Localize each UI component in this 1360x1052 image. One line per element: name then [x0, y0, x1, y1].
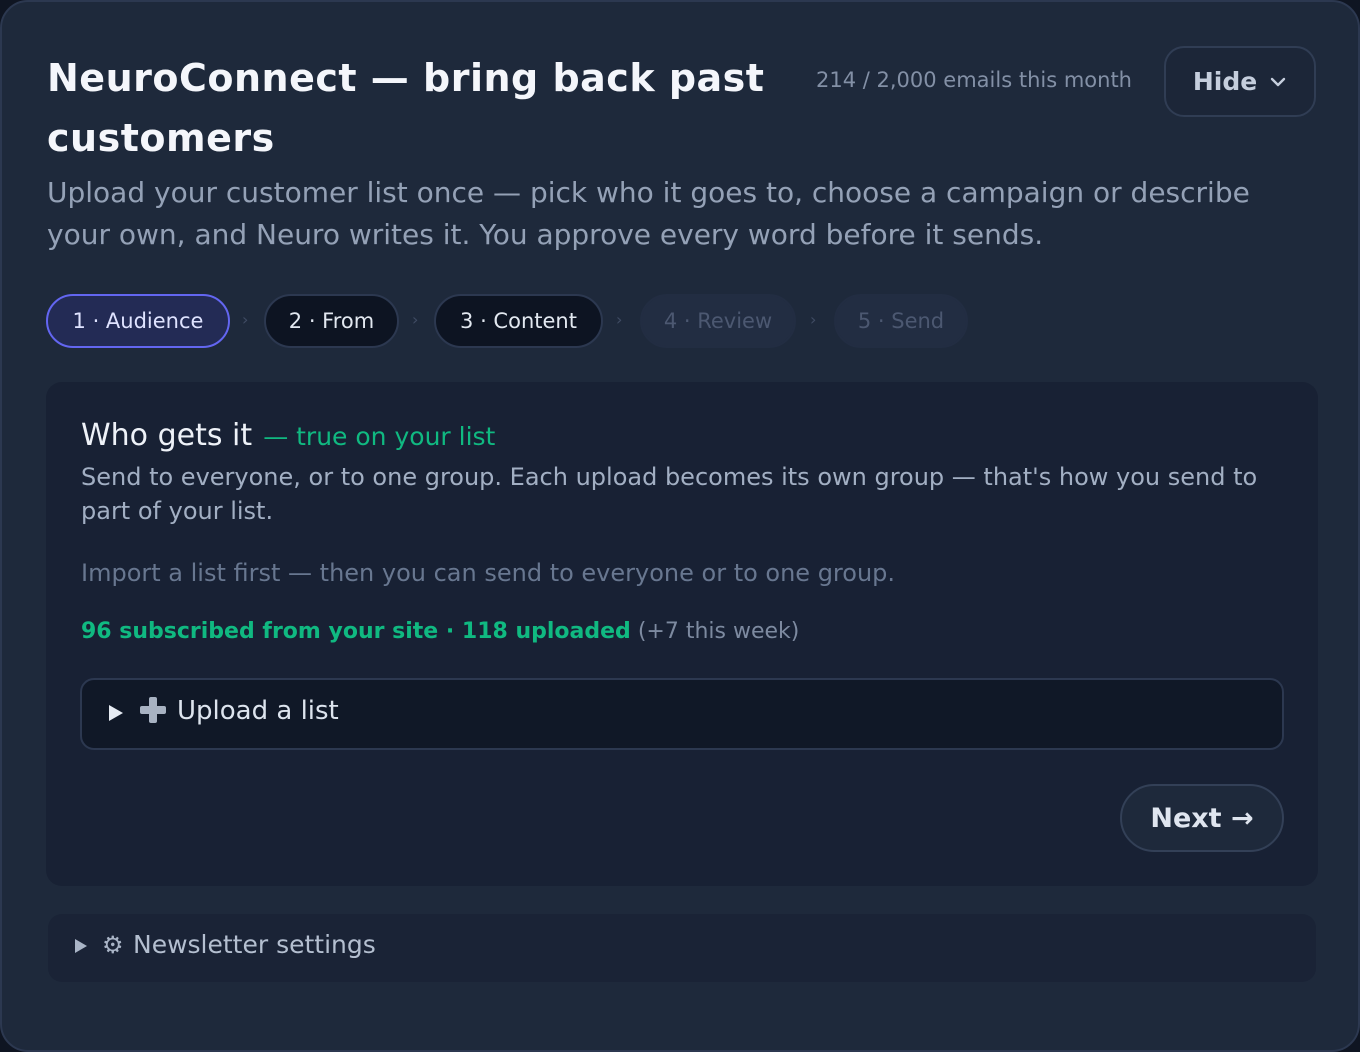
audience-title: Who gets it	[81, 418, 253, 453]
next-button[interactable]: Next →	[1120, 784, 1284, 852]
page-title: NeuroConnect — bring back past customers	[47, 56, 765, 160]
newsletter-card: NeuroConnect — bring back past customers…	[0, 0, 1360, 1052]
upload-list-toggle[interactable]: Upload a list	[80, 678, 1284, 750]
step-tab-send: 5 · Send	[834, 294, 968, 348]
hide-button-label: Hide	[1192, 67, 1258, 96]
step-separator: ›	[242, 310, 249, 329]
email-usage-counter: 214 / 2,000 emails this month	[816, 68, 1132, 92]
stats-week: (+7 this week)	[637, 619, 800, 644]
step-separator: ›	[810, 310, 817, 329]
audience-panel: Who gets it — true on your list Send to …	[46, 382, 1318, 886]
upload-list-label: Upload a list	[177, 696, 339, 726]
newsletter-settings-toggle[interactable]: ⚙ Newsletter settings	[48, 914, 1316, 982]
stats-subscribed: 96 subscribed from your site	[81, 619, 439, 644]
step-separator: ›	[616, 310, 623, 329]
step-tab-from[interactable]: 2 · From	[264, 294, 399, 348]
hide-button[interactable]: Hide	[1164, 46, 1316, 117]
audience-description: Send to everyone, or to one group. Each …	[81, 463, 1258, 525]
subscriber-stats: 96 subscribed from your site · 118 uploa…	[81, 616, 799, 648]
import-hint: Import a list first — then you can send …	[81, 559, 896, 587]
triangle-right-icon	[75, 939, 87, 953]
audience-heading: Who gets it — true on your list	[81, 416, 495, 457]
page-subtitle: Upload your customer list once — pick wh…	[47, 176, 1250, 251]
plus-icon	[140, 697, 166, 723]
step-separator: ›	[412, 310, 419, 329]
triangle-right-icon	[109, 705, 123, 721]
step-tab-review: 4 · Review	[640, 294, 796, 348]
stats-uploaded: 118 uploaded	[461, 619, 631, 644]
step-tab-content[interactable]: 3 · Content	[434, 294, 603, 348]
audience-note: — true on your list	[263, 422, 496, 451]
stats-separator: ·	[438, 619, 462, 644]
newsletter-settings-label: Newsletter settings	[133, 930, 376, 959]
chevron-down-icon	[1270, 77, 1286, 86]
gear-icon: ⚙	[102, 931, 124, 959]
step-tab-audience[interactable]: 1 · Audience	[46, 294, 230, 348]
